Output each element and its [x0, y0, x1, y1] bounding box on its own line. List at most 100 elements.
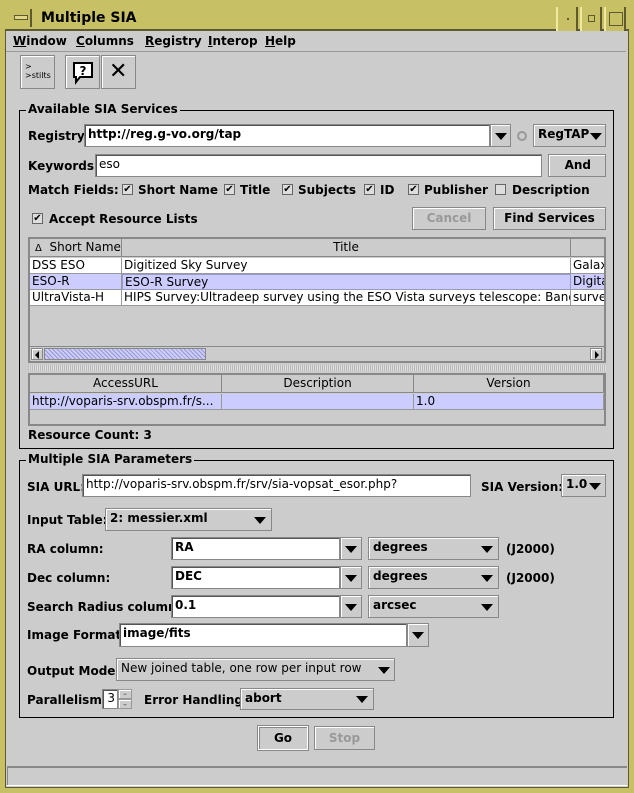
stilts-icon-line2: >stilts [25, 71, 51, 80]
dec-column-input[interactable]: DEC [171, 566, 340, 589]
image-format-input[interactable]: image/fits [119, 623, 407, 647]
minimize-button[interactable] [556, 7, 578, 31]
table-row[interactable]: DSS ESO Digitized Sky Survey Galax [30, 258, 604, 274]
chevron-down-icon [345, 575, 357, 582]
menu-registry-label: egistry [154, 34, 202, 48]
output-mode-select[interactable]: New joined table, one row per input row [116, 658, 395, 681]
column-header-accessurl[interactable]: AccessURL [30, 375, 222, 393]
chevron-down-icon [378, 667, 390, 674]
cell-title: HIPS Survey:Ultradeep survey using the E… [122, 290, 571, 306]
ra-column-dropdown-button[interactable] [340, 537, 362, 560]
dec-unit-value: degrees [373, 569, 428, 583]
column-header-title[interactable]: Title [122, 239, 571, 257]
cell-version: 1.0 [414, 394, 604, 410]
search-radius-input[interactable]: 0.1 [171, 595, 340, 618]
ra-column-label: RA column: [27, 542, 104, 556]
chevron-down-icon [345, 546, 357, 553]
sia-version-select[interactable]: 1.0 [561, 474, 606, 497]
table-row-selected[interactable]: http://voparis-srv.obspm.fr/s... 1.0 [30, 394, 604, 410]
sia-version-label: SIA Version: [481, 480, 564, 494]
scroll-thumb[interactable] [44, 348, 206, 360]
keywords-input[interactable]: eso [95, 154, 542, 177]
menu-columns[interactable]: Columns [76, 34, 134, 48]
menu-help-label: elp [275, 34, 296, 48]
short-name-label: Short Name [138, 183, 219, 197]
spinner-down-button[interactable] [118, 699, 132, 709]
ra-epoch-label: (J2000) [506, 542, 555, 556]
input-table-select[interactable]: 2: messier.xml [105, 508, 272, 531]
menu-window[interactable]: Window [13, 34, 67, 48]
id-checkbox[interactable]: ✔ [364, 184, 375, 195]
keywords-label: Keywords: [28, 159, 99, 173]
description-checkbox[interactable] [495, 184, 506, 195]
sia-url-input[interactable]: http://voparis-srv.obspm.fr/srv/sia-vops… [82, 474, 471, 497]
error-handling-label: Error Handling: [144, 693, 248, 707]
accessurl-header-label: AccessURL [93, 376, 158, 390]
cell-accessurl: http://voparis-srv.obspm.fr/s... [30, 394, 222, 410]
accept-resource-lists-checkbox[interactable]: ✔ [32, 213, 43, 224]
table-row[interactable]: UltraVista-H HIPS Survey:Ultradeep surve… [30, 290, 604, 306]
close-window-button[interactable] [604, 7, 626, 31]
scroll-right-button[interactable] [590, 348, 602, 360]
registry-protocol-value: RegTAP [538, 127, 590, 141]
cell-extra: survey [571, 290, 606, 306]
ra-column-input[interactable]: RA [171, 537, 340, 560]
menu-interop-label: nterop [212, 34, 258, 48]
column-header-short-name[interactable]: Δ Short Name [30, 239, 122, 257]
dec-unit-select[interactable]: degrees [368, 566, 499, 589]
registry-protocol-select[interactable]: RegTAP [533, 124, 606, 147]
registry-input[interactable]: http://reg.g-vo.org/tap [84, 124, 490, 147]
and-button[interactable]: And [548, 154, 606, 177]
search-radius-dropdown-button[interactable] [340, 595, 362, 618]
ra-unit-select[interactable]: degrees [368, 537, 499, 560]
chevron-down-icon [254, 517, 266, 524]
cell-description [222, 394, 414, 410]
cell-short-name: DSS ESO [30, 258, 122, 274]
column-header-version[interactable]: Version [414, 375, 604, 393]
subjects-label: Subjects [298, 183, 357, 197]
menu-help-mnemonic: H [265, 34, 276, 48]
maximize-button[interactable] [580, 7, 602, 31]
menu-help[interactable]: Help [265, 34, 296, 48]
menu-columns-label: olumns [84, 34, 134, 48]
sia-version-value: 1.0 [566, 477, 588, 491]
split-pane-divider[interactable] [28, 365, 606, 371]
help-icon: ? [73, 62, 93, 85]
error-handling-select[interactable]: abort [240, 688, 374, 710]
go-button[interactable]: Go [258, 726, 308, 750]
stilts-button[interactable]: > >stilts [20, 55, 55, 89]
arrow-up-icon [123, 693, 127, 695]
parallelism-spinner[interactable] [118, 689, 132, 709]
radius-unit-select[interactable]: arcsec [368, 595, 499, 618]
find-services-button[interactable]: Find Services [493, 207, 606, 230]
title-bar[interactable]: Multiple SIA [5, 5, 629, 31]
dec-column-dropdown-button[interactable] [340, 566, 362, 589]
parallelism-input[interactable]: 3 [102, 689, 118, 709]
column-header-extra[interactable] [571, 239, 604, 257]
cell-short-name: ESO-R [30, 274, 122, 290]
horizontal-scrollbar[interactable] [30, 346, 604, 360]
title-checkbox[interactable]: ✔ [224, 184, 235, 195]
services-table: Δ Short Name Title DSS ESO Digitized Sky… [28, 237, 606, 363]
arrow-right-icon [595, 351, 599, 359]
spinner-up-button[interactable] [118, 689, 132, 699]
sort-ascending-icon: Δ [35, 243, 42, 254]
window-menu-button[interactable] [10, 9, 32, 27]
short-name-checkbox[interactable]: ✔ [122, 184, 133, 195]
chevron-down-icon [481, 575, 493, 582]
publisher-checkbox[interactable]: ✔ [408, 184, 419, 195]
scroll-left-button[interactable] [31, 348, 43, 360]
image-format-dropdown-button[interactable] [407, 623, 429, 647]
menu-interop[interactable]: Interop [208, 34, 258, 48]
chevron-down-icon [481, 546, 493, 553]
subjects-checkbox[interactable]: ✔ [282, 184, 293, 195]
menu-registry[interactable]: Registry [145, 34, 202, 48]
registry-dropdown-button[interactable] [490, 124, 511, 147]
table-row-selected[interactable]: ESO-R ESO-R Survey Digita [30, 274, 604, 290]
close-button[interactable]: ✕ [101, 55, 136, 89]
window-menu-icon [14, 15, 28, 20]
column-header-description[interactable]: Description [222, 375, 414, 393]
cancel-button[interactable]: Cancel [412, 207, 486, 230]
help-button[interactable]: ? [65, 55, 100, 89]
stop-button[interactable]: Stop [314, 726, 375, 750]
